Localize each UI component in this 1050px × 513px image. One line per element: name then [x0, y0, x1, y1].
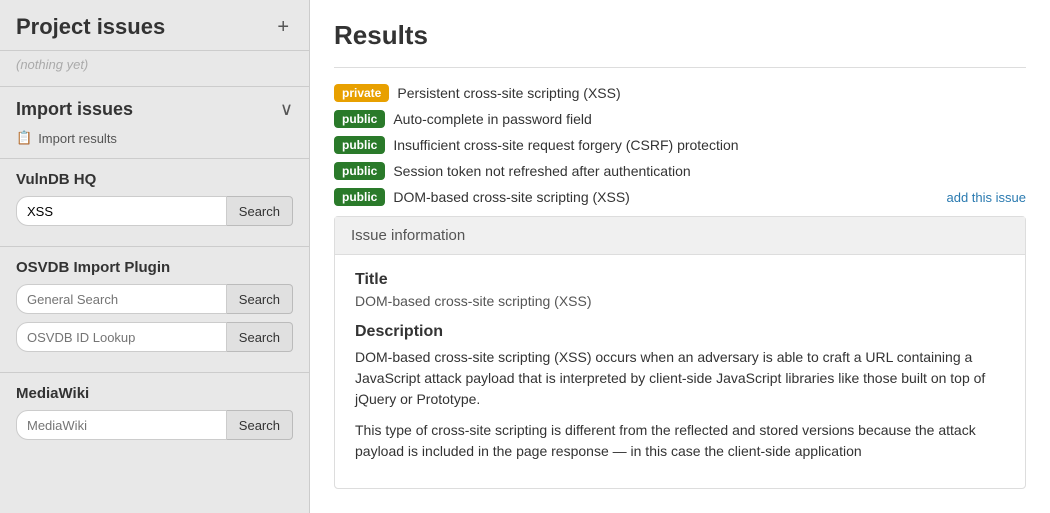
result-badge: public [334, 136, 385, 154]
osvdb-general-search-row: Search [16, 284, 293, 314]
result-text: Insufficient cross-site request forgery … [393, 137, 738, 153]
issue-info-panel: Issue information Title DOM-based cross-… [334, 216, 1026, 489]
mediawiki-title: MediaWiki [16, 385, 293, 402]
results-list: private Persistent cross-site scripting (… [334, 84, 1026, 206]
osvdb-section: OSVDB Import Plugin Search Search [0, 246, 309, 372]
chevron-down-icon: ∨ [280, 99, 293, 120]
vulndb-search-row: Search [16, 196, 293, 226]
mediawiki-section: MediaWiki Search [0, 372, 309, 460]
result-item: public Session token not refreshed after … [334, 162, 1026, 180]
osvdb-id-search-input[interactable] [16, 322, 227, 352]
results-divider [334, 67, 1026, 68]
osvdb-id-search-row: Search [16, 322, 293, 352]
vulndb-title: VulnDB HQ [16, 171, 293, 188]
main-content: Results private Persistent cross-site scr… [310, 0, 1050, 513]
result-text: Persistent cross-site scripting (XSS) [397, 85, 620, 101]
result-text: DOM-based cross-site scripting (XSS) [393, 189, 630, 205]
issue-title-value: DOM-based cross-site scripting (XSS) [355, 293, 1005, 309]
vulndb-search-input[interactable] [16, 196, 227, 226]
osvdb-id-search-button[interactable]: Search [227, 322, 293, 352]
issue-desc-label: Description [355, 323, 1005, 341]
issue-info-header: Issue information [335, 217, 1025, 255]
result-badge: private [334, 84, 389, 102]
result-text: Auto-complete in password field [393, 111, 591, 127]
vulndb-search-button[interactable]: Search [227, 196, 293, 226]
sidebar-title: Project issues [16, 14, 165, 40]
document-icon: 📋 [16, 130, 32, 146]
osvdb-general-search-input[interactable] [16, 284, 227, 314]
result-item: public Auto-complete in password field [334, 110, 1026, 128]
nothing-yet-label: (nothing yet) [0, 51, 309, 86]
result-item: private Persistent cross-site scripting (… [334, 84, 1026, 102]
issue-info-body: Title DOM-based cross-site scripting (XS… [335, 255, 1025, 488]
result-badge: public [334, 188, 385, 206]
issue-desc-text-2: This type of cross-site scripting is dif… [355, 420, 1005, 462]
add-issue-button[interactable]: + [273, 16, 293, 39]
result-item: public DOM-based cross-site scripting (XS… [334, 188, 1026, 206]
add-this-issue-link[interactable]: add this issue [947, 190, 1027, 205]
issue-desc-text-1: DOM-based cross-site scripting (XSS) occ… [355, 347, 1005, 410]
import-results-link[interactable]: 📋 Import results [16, 130, 293, 146]
osvdb-general-search-button[interactable]: Search [227, 284, 293, 314]
sidebar: Project issues + (nothing yet) Import is… [0, 0, 310, 513]
result-item: public Insufficient cross-site request fo… [334, 136, 1026, 154]
result-text: Session token not refreshed after authen… [393, 163, 690, 179]
import-issues-header[interactable]: Import issues ∨ [16, 99, 293, 120]
import-issues-section: Import issues ∨ 📋 Import results [0, 86, 309, 158]
result-badge: public [334, 162, 385, 180]
osvdb-title: OSVDB Import Plugin [16, 259, 293, 276]
mediawiki-search-button[interactable]: Search [227, 410, 293, 440]
vulndb-section: VulnDB HQ Search [0, 158, 309, 246]
import-results-label: Import results [38, 131, 117, 146]
import-issues-title: Import issues [16, 99, 133, 120]
issue-title-label: Title [355, 271, 1005, 289]
mediawiki-search-row: Search [16, 410, 293, 440]
results-title: Results [334, 20, 1026, 51]
project-issues-header: Project issues + [0, 0, 309, 51]
mediawiki-search-input[interactable] [16, 410, 227, 440]
result-badge: public [334, 110, 385, 128]
